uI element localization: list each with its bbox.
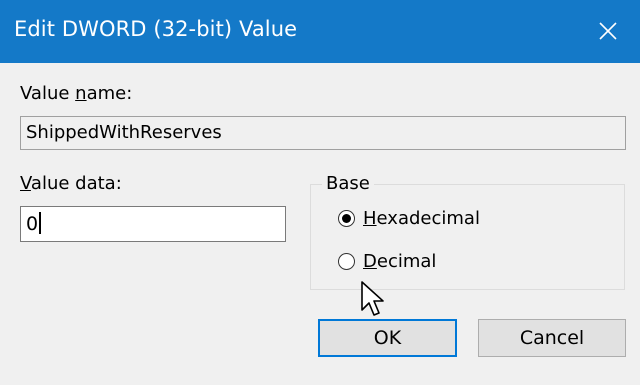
edit-dword-dialog: Edit DWORD (32-bit) Value Value name: Sh…	[0, 0, 640, 385]
base-legend: Base	[322, 173, 374, 194]
close-icon	[599, 22, 617, 40]
ok-button[interactable]: OK	[318, 319, 457, 357]
radio-decimal[interactable]: Decimal	[338, 251, 436, 272]
decimal-label: Decimal	[363, 251, 437, 272]
value-name-label: Value name:	[20, 83, 133, 104]
text-caret	[39, 212, 42, 234]
radio-button-unselected[interactable]	[338, 253, 355, 270]
close-button[interactable]	[585, 9, 631, 53]
value-data-label: Value data:	[20, 173, 122, 194]
dialog-title: Edit DWORD (32-bit) Value	[14, 17, 298, 41]
radio-button-selected[interactable]	[338, 210, 355, 227]
radio-hexadecimal[interactable]: Hexadecimal	[338, 208, 480, 229]
value-name-field[interactable]: ShippedWithReserves	[20, 116, 626, 150]
title-bar[interactable]: Edit DWORD (32-bit) Value	[0, 0, 640, 63]
hexadecimal-label: Hexadecimal	[363, 208, 480, 229]
base-groupbox	[310, 184, 625, 290]
value-data-input[interactable]: 0	[20, 206, 286, 242]
cancel-button[interactable]: Cancel	[478, 319, 626, 357]
mouse-pointer-icon	[361, 281, 384, 316]
